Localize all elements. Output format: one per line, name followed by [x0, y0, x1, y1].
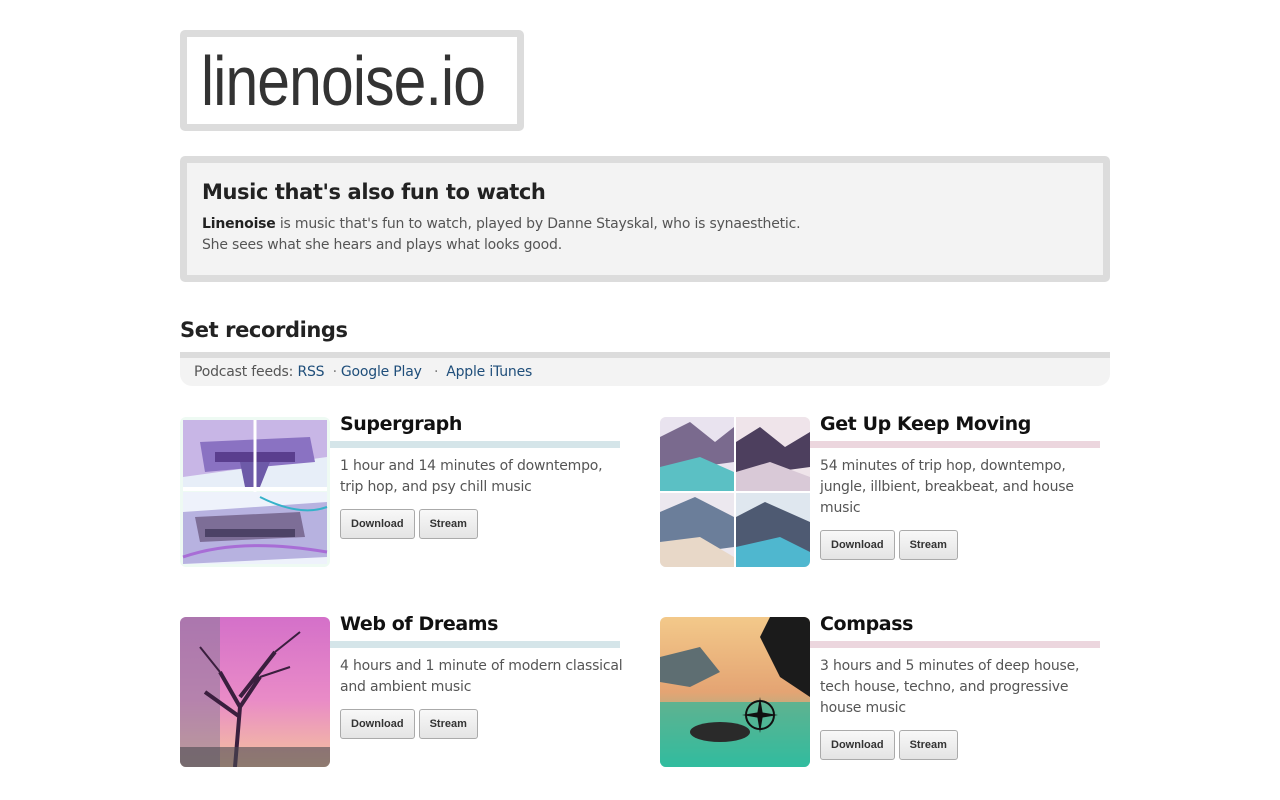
recording-actions: Download Stream: [340, 509, 478, 539]
album-art-image[interactable]: [660, 617, 810, 767]
download-button[interactable]: Download: [820, 730, 895, 760]
stream-button[interactable]: Stream: [418, 509, 478, 539]
recording-title[interactable]: Web of Dreams: [340, 613, 498, 635]
separator: ·: [433, 364, 439, 380]
recording-actions: Download Stream: [820, 530, 958, 560]
title-rule: [330, 641, 620, 648]
intro-inner: Music that's also fun to watch Linenoise…: [187, 163, 1103, 275]
title-rule: [810, 641, 1100, 648]
section-title: Set recordings: [180, 318, 348, 342]
album-art-image[interactable]: [180, 417, 330, 567]
recording-title[interactable]: Supergraph: [340, 413, 462, 435]
download-button[interactable]: Download: [820, 530, 895, 560]
album-art-image[interactable]: [180, 617, 330, 767]
download-button[interactable]: Download: [340, 509, 415, 539]
intro-line-1: is music that's fun to watch, played by …: [279, 216, 801, 232]
stream-button[interactable]: Stream: [418, 709, 478, 739]
recording-card: Get Up Keep Moving 54 minutes of trip ho…: [660, 413, 1100, 567]
feeds-label: Podcast feeds:: [194, 364, 294, 380]
recording-title[interactable]: Compass: [820, 613, 913, 635]
recording-card: Compass 3 hours and 5 minutes of deep ho…: [660, 613, 1100, 767]
recording-actions: Download Stream: [820, 730, 958, 760]
recording-description: 54 minutes of trip hop, downtempo, jungl…: [820, 458, 1074, 516]
download-button[interactable]: Download: [340, 709, 415, 739]
stream-button[interactable]: Stream: [898, 530, 958, 560]
feed-link-google-play[interactable]: Google Play: [341, 364, 422, 380]
album-art-image[interactable]: [660, 417, 810, 567]
stream-button[interactable]: Stream: [898, 730, 958, 760]
intro-text: Linenoise is music that's fun to watch, …: [202, 214, 1088, 256]
title-rule: [810, 441, 1100, 448]
recording-card: Web of Dreams 4 hours and 1 minute of mo…: [180, 613, 623, 767]
podcast-feeds-bar: Podcast feeds: RSS · Google Play · Apple i…: [180, 352, 1110, 386]
intro-title: Music that's also fun to watch: [202, 180, 546, 204]
recording-actions: Download Stream: [340, 709, 478, 739]
recording-card: Supergraph 1 hour and 14 minutes of down…: [180, 413, 620, 567]
title-rule: [330, 441, 620, 448]
separator: ·: [332, 364, 337, 380]
intro-panel: Music that's also fun to watch Linenoise…: [180, 156, 1110, 282]
recording-description: 4 hours and 1 minute of modern classical…: [340, 658, 623, 695]
feed-link-apple-itunes[interactable]: Apple iTunes: [446, 364, 532, 380]
recording-description: 3 hours and 5 minutes of deep house, tec…: [820, 658, 1080, 716]
recording-title[interactable]: Get Up Keep Moving: [820, 413, 1031, 435]
recording-description: 1 hour and 14 minutes of downtempo, trip…: [340, 458, 603, 495]
intro-brand: Linenoise: [202, 216, 276, 232]
logo-inner: linenoise.io: [187, 37, 517, 124]
logo-text: linenoise.io: [201, 41, 486, 120]
feed-link-rss[interactable]: RSS: [297, 364, 324, 380]
site-logo[interactable]: linenoise.io: [180, 30, 524, 131]
intro-line-2: She sees what she hears and plays what l…: [202, 237, 562, 253]
